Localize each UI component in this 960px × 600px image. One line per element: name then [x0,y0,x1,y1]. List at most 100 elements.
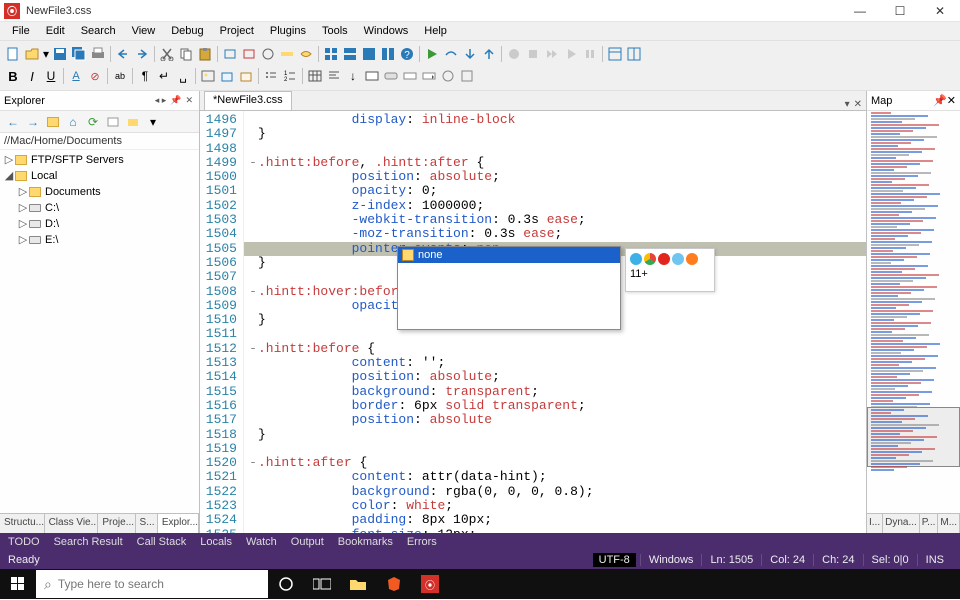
pause-icon[interactable] [581,45,599,63]
home-icon[interactable]: ⌂ [64,113,82,131]
new-file-icon[interactable] [4,45,22,63]
output-tab-bookmarks[interactable]: Bookmarks [338,536,393,548]
panel-close-icon[interactable]: ✕ [183,95,195,106]
play-fast-icon[interactable] [543,45,561,63]
refresh-icon[interactable]: ⟳ [84,113,102,131]
menu-view[interactable]: View [124,23,164,39]
maximize-button[interactable]: ☐ [880,0,920,22]
copy-icon[interactable] [177,45,195,63]
italic-icon[interactable]: I [23,67,41,85]
map-tab[interactable]: P... [920,514,939,533]
insert2-icon[interactable] [237,67,255,85]
map-tab[interactable]: I... [867,514,883,533]
minimap[interactable] [867,111,960,513]
input-icon[interactable] [401,67,419,85]
output-tab-errors[interactable]: Errors [407,536,437,548]
save-icon[interactable] [51,45,69,63]
ul-icon[interactable] [262,67,280,85]
grid-3-icon[interactable] [360,45,378,63]
map-pin-icon[interactable]: 📌 [933,94,947,107]
menu-file[interactable]: File [4,23,38,39]
redo-icon[interactable] [133,45,151,63]
tree-node[interactable]: ▷D:\ [4,216,195,232]
menu-windows[interactable]: Windows [356,23,417,39]
map-tab[interactable]: Dyna... [883,514,920,533]
open-file-icon[interactable] [23,45,41,63]
status-platform[interactable]: Windows [640,554,702,566]
output-tab-todo[interactable]: TODO [8,536,40,548]
map-close-icon[interactable]: ✕ [947,94,956,107]
toggle-2-icon[interactable] [240,45,258,63]
explorer-tab[interactable]: Structu... [0,514,45,533]
print-icon[interactable] [89,45,107,63]
menu-debug[interactable]: Debug [163,23,211,39]
tree-node[interactable]: ▷E:\ [4,232,195,248]
layout-1-icon[interactable] [606,45,624,63]
paragraph-icon[interactable]: ¶ [136,67,154,85]
tab-newfile3[interactable]: *NewFile3.css [204,91,292,110]
dropdown-icon[interactable]: ▾ [42,45,50,63]
downarrow-icon[interactable]: ↓ [344,67,362,85]
form-icon[interactable] [363,67,381,85]
output-tab-output[interactable]: Output [291,536,324,548]
checkbox-icon[interactable] [458,67,476,85]
grid-4-icon[interactable] [379,45,397,63]
menu-edit[interactable]: Edit [38,23,73,39]
record-icon[interactable] [505,45,523,63]
undo-icon[interactable] [114,45,132,63]
play-icon[interactable] [562,45,580,63]
file-tree[interactable]: ▷FTP/SFTP Servers◢Local▷Documents▷C:\▷D:… [0,150,199,513]
app-icon[interactable]: ⦿ [412,569,448,599]
tree-node[interactable]: ▷Documents [4,184,195,200]
tree-node[interactable]: ◢Local [4,168,195,184]
tree-node[interactable]: ▷C:\ [4,200,195,216]
save-all-icon[interactable] [70,45,88,63]
output-tab-call-stack[interactable]: Call Stack [137,536,187,548]
settings-dd-icon[interactable]: ▾ [144,113,162,131]
menu-tools[interactable]: Tools [314,23,356,39]
table-icon[interactable] [306,67,324,85]
autocomplete-popup[interactable]: none [397,246,621,330]
tab-close-icon[interactable]: ✕ [854,99,862,110]
ol-icon[interactable]: 12 [281,67,299,85]
output-tab-locals[interactable]: Locals [200,536,232,548]
br-icon[interactable]: ↵ [155,67,173,85]
stop-icon[interactable] [524,45,542,63]
layout-2-icon[interactable] [625,45,643,63]
filter-icon[interactable] [104,113,122,131]
run-icon[interactable] [423,45,441,63]
step-out-icon[interactable] [480,45,498,63]
back-icon[interactable]: ← [4,113,22,131]
step-into-icon[interactable] [461,45,479,63]
radio-icon[interactable] [439,67,457,85]
nbsp-icon[interactable]: ␣ [174,67,192,85]
minimize-button[interactable]: — [840,0,880,22]
cut-icon[interactable] [158,45,176,63]
output-tab-watch[interactable]: Watch [246,536,277,548]
menu-plugins[interactable]: Plugins [262,23,314,39]
status-encoding[interactable]: UTF-8 [593,553,636,567]
image-icon[interactable] [199,67,217,85]
close-button[interactable]: ✕ [920,0,960,22]
explorer-tab[interactable]: Proje... [98,514,135,533]
taskbar-search[interactable]: ⌕ Type here to search [36,570,268,598]
pin2-icon[interactable]: 📌 [168,95,183,106]
newfolder-icon[interactable] [124,113,142,131]
button-icon[interactable] [382,67,400,85]
pin-icon[interactable]: ◂ ▸ [153,95,169,106]
toggle-5-icon[interactable] [297,45,315,63]
menu-help[interactable]: Help [416,23,455,39]
output-tab-search-result[interactable]: Search Result [54,536,123,548]
link-icon[interactable]: A [67,67,85,85]
underline-icon[interactable]: U [42,67,60,85]
breadcrumb[interactable]: //Mac/Home/Documents [0,133,199,150]
cortana-icon[interactable] [268,569,304,599]
grid-1-icon[interactable] [322,45,340,63]
toggle-3-icon[interactable] [259,45,277,63]
menu-project[interactable]: Project [212,23,262,39]
textalign-icon[interactable] [325,67,343,85]
fileexplorer-icon[interactable] [340,569,376,599]
insert-icon[interactable] [218,67,236,85]
brave-icon[interactable] [376,569,412,599]
abc-icon[interactable]: ab [111,67,129,85]
